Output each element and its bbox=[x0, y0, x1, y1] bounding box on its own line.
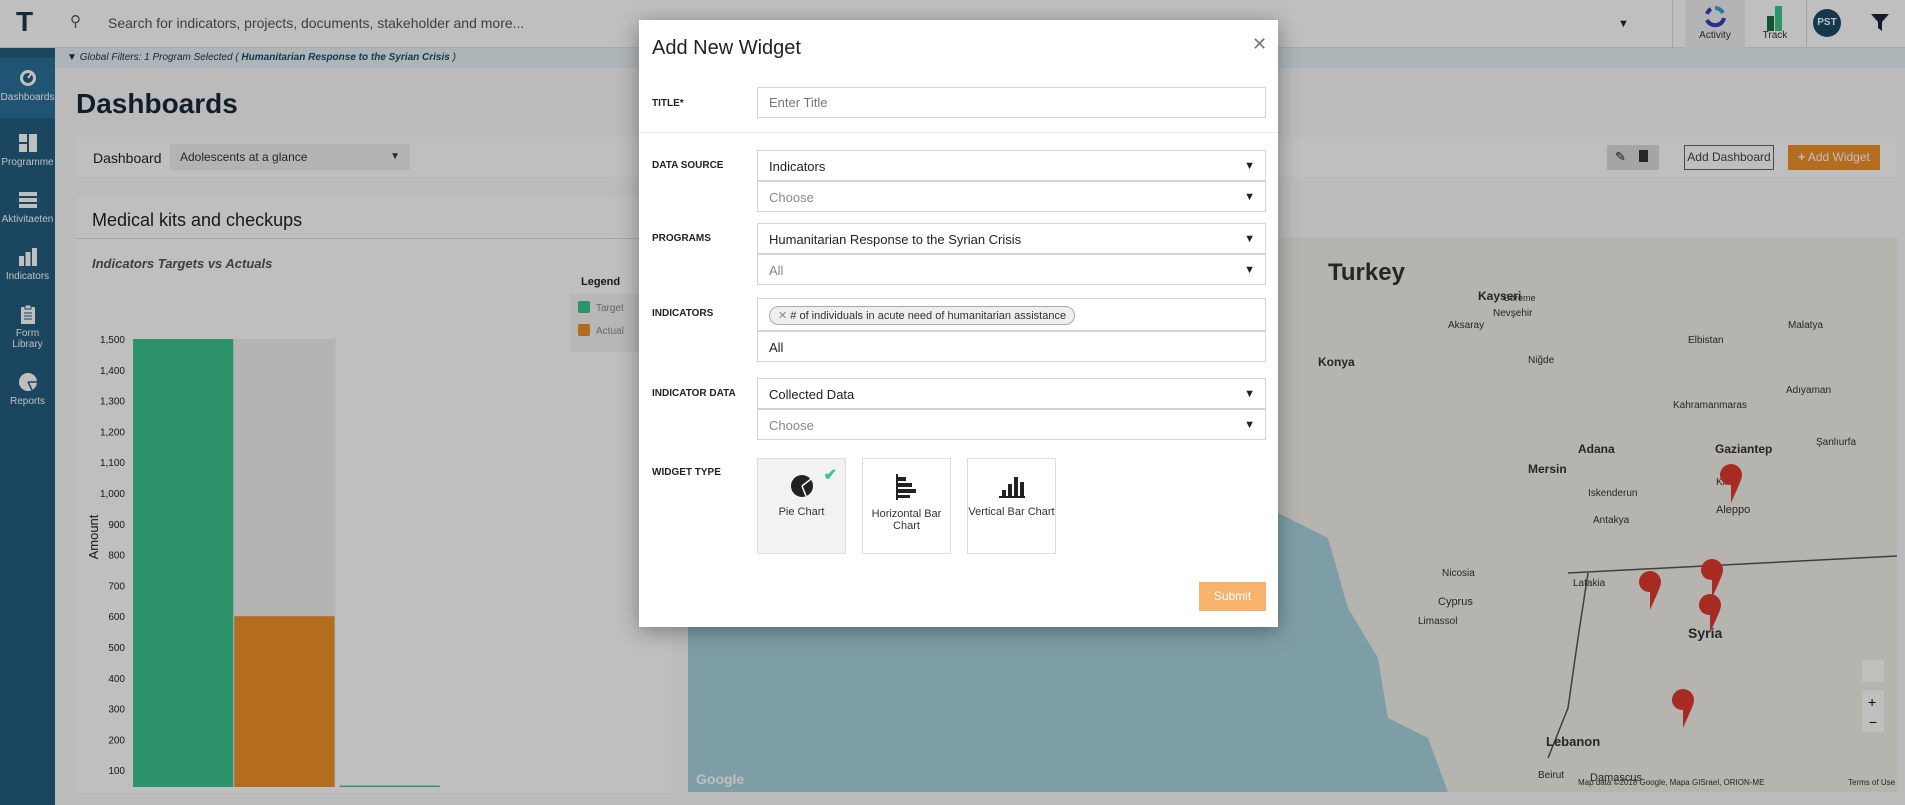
indicators-multiselect[interactable]: ✕ # of individuals in acute need of huma… bbox=[757, 298, 1266, 331]
indicators-label: INDICATORS bbox=[652, 308, 714, 319]
data-source-sub-select[interactable]: Choose ▼ bbox=[757, 181, 1266, 212]
add-widget-modal: Add New Widget ✕ TITLE* DATA SOURCE Indi… bbox=[639, 20, 1278, 627]
indicator-data-select[interactable]: Collected Data ▼ bbox=[757, 378, 1266, 409]
widget-type-vertical-bar-chart[interactable]: Vertical Bar Chart bbox=[967, 458, 1056, 554]
indicators-sub-select[interactable]: All bbox=[757, 331, 1266, 362]
chevron-down-icon: ▼ bbox=[1244, 191, 1255, 203]
modal-title: Add New Widget bbox=[652, 37, 801, 59]
remove-chip-icon[interactable]: ✕ bbox=[778, 310, 787, 322]
programs-select[interactable]: Humanitarian Response to the Syrian Cris… bbox=[757, 223, 1266, 254]
chevron-down-icon: ▼ bbox=[1244, 388, 1255, 400]
horizontal-bar-chart-icon bbox=[895, 474, 916, 500]
indicator-data-label: INDICATOR DATA bbox=[652, 388, 736, 399]
vertical-bar-chart-icon bbox=[998, 477, 1025, 498]
programs-sub-select[interactable]: All ▼ bbox=[757, 254, 1266, 285]
widget-type-horizontal-bar-chart[interactable]: Horizontal Bar Chart bbox=[862, 458, 951, 554]
chevron-down-icon: ▼ bbox=[1244, 419, 1255, 431]
widget-type-pie-chart[interactable]: ✔ Pie Chart bbox=[757, 458, 846, 554]
chevron-down-icon: ▼ bbox=[1244, 264, 1255, 276]
indicator-data-sub-select[interactable]: Choose ▼ bbox=[757, 409, 1266, 440]
divider bbox=[639, 132, 1278, 133]
indicator-chip[interactable]: ✕ # of individuals in acute need of huma… bbox=[769, 306, 1076, 325]
chevron-down-icon: ▼ bbox=[1244, 233, 1255, 245]
title-input[interactable] bbox=[757, 87, 1266, 118]
title-label: TITLE* bbox=[652, 98, 684, 109]
data-source-select[interactable]: Indicators ▼ bbox=[757, 150, 1266, 181]
close-icon[interactable]: ✕ bbox=[1252, 34, 1267, 55]
data-source-label: DATA SOURCE bbox=[652, 160, 724, 171]
submit-button[interactable]: Submit bbox=[1199, 582, 1266, 611]
checkmark-icon: ✔ bbox=[823, 467, 837, 484]
pie-chart-icon bbox=[790, 475, 813, 497]
chevron-down-icon: ▼ bbox=[1244, 160, 1255, 172]
programs-label: PROGRAMS bbox=[652, 233, 711, 244]
widget-type-label: WIDGET TYPE bbox=[652, 467, 721, 478]
